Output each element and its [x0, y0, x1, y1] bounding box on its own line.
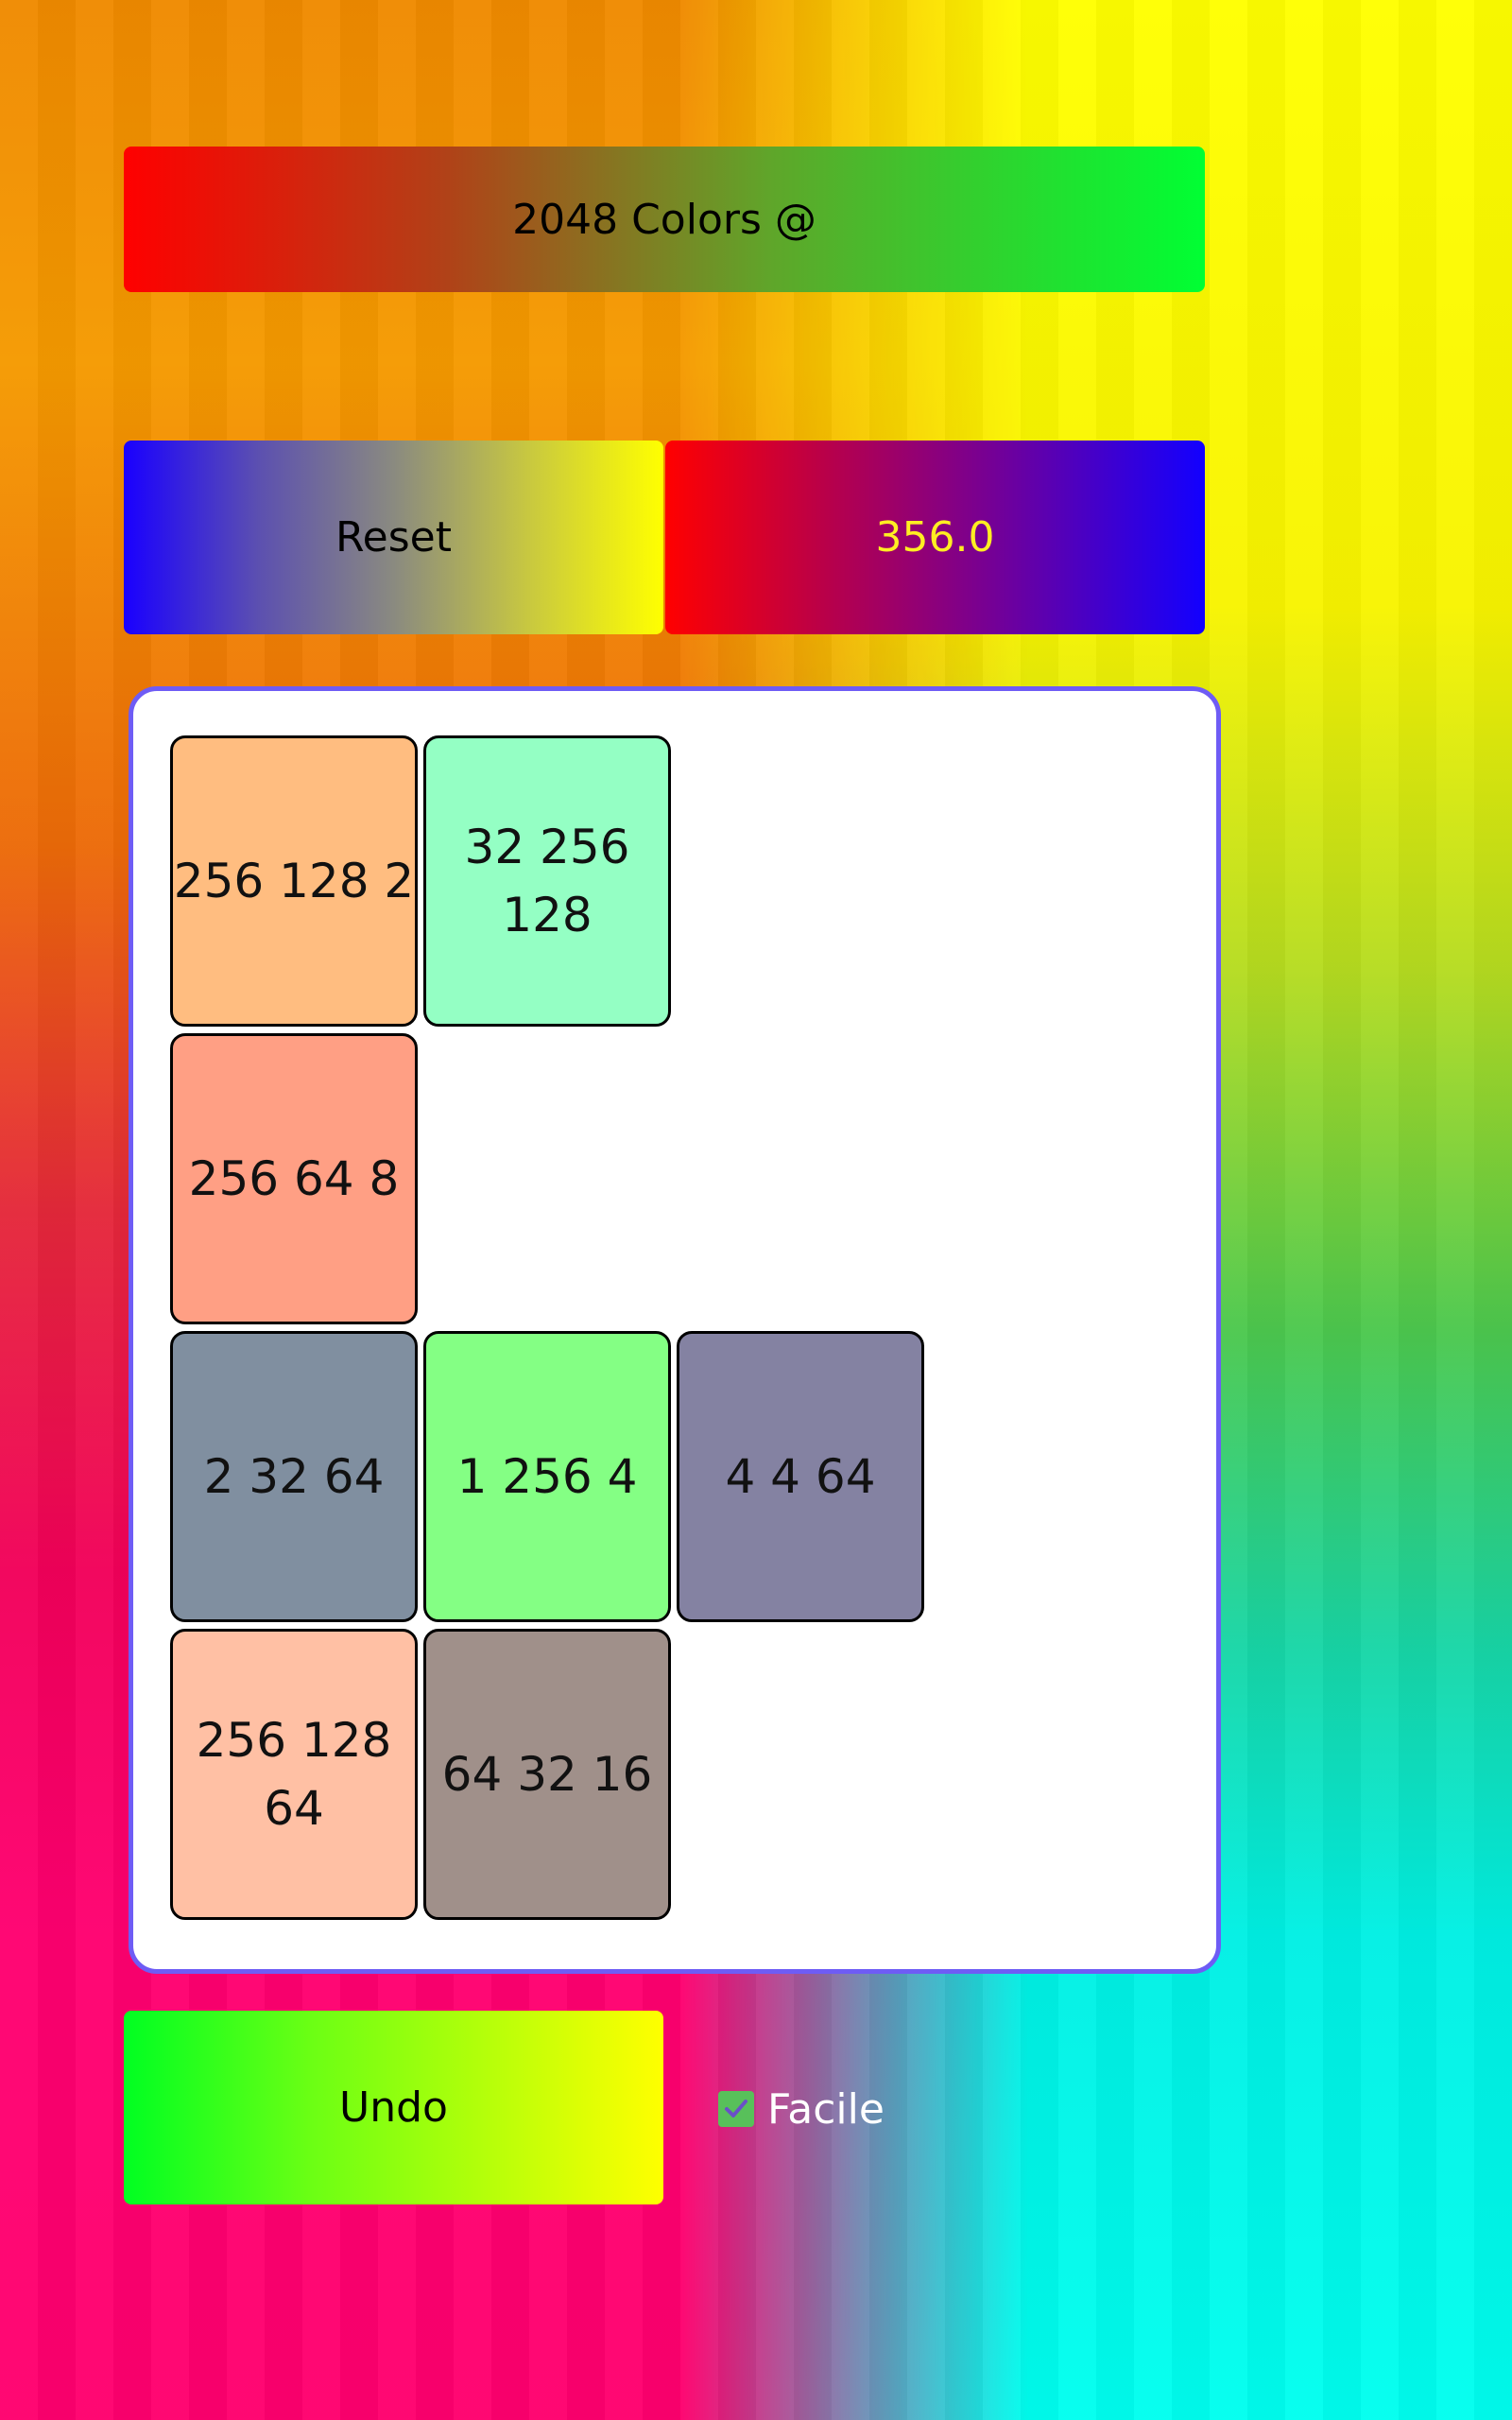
easy-mode-toggle[interactable]: Facile: [718, 2076, 885, 2142]
title-bar: 2048 Colors @: [124, 147, 1205, 292]
tile-value: 256 64 8: [188, 1151, 400, 1206]
tile[interactable]: 256 128 64: [170, 1629, 418, 1920]
game-board[interactable]: 256 128 2 32 256 128 256 64 8 2 32 64 1 256 …: [129, 686, 1221, 1974]
tile-value: 2 32 64: [203, 1449, 385, 1504]
tile[interactable]: 256 128 2: [170, 735, 418, 1027]
app-title: 2048 Colors @: [512, 195, 816, 244]
score-value: 356.0: [875, 513, 995, 562]
score-display[interactable]: 356.0: [665, 441, 1205, 634]
tile[interactable]: 256 64 8: [170, 1033, 418, 1324]
tile-value: 64 32 16: [441, 1747, 653, 1802]
tile-value: 32 256 128: [464, 820, 630, 942]
tile[interactable]: 32 256 128: [423, 735, 671, 1027]
reset-label: Reset: [335, 513, 452, 562]
undo-label: Undo: [339, 2083, 448, 2132]
tile[interactable]: 2 32 64: [170, 1331, 418, 1622]
reset-button[interactable]: Reset: [124, 441, 663, 634]
tile-value: 4 4 64: [725, 1449, 876, 1504]
tile[interactable]: 64 32 16: [423, 1629, 671, 1920]
easy-mode-checkbox[interactable]: [718, 2091, 754, 2127]
easy-mode-label: Facile: [767, 2084, 885, 2134]
tile[interactable]: 4 4 64: [677, 1331, 924, 1622]
tile-value: 256 128 2: [173, 854, 415, 908]
checkmark-icon: [725, 2100, 747, 2118]
tile-value: 256 128 64: [196, 1713, 392, 1836]
tile[interactable]: 1 256 4: [423, 1331, 671, 1622]
undo-button[interactable]: Undo: [124, 2011, 663, 2204]
tile-value: 1 256 4: [456, 1449, 638, 1504]
